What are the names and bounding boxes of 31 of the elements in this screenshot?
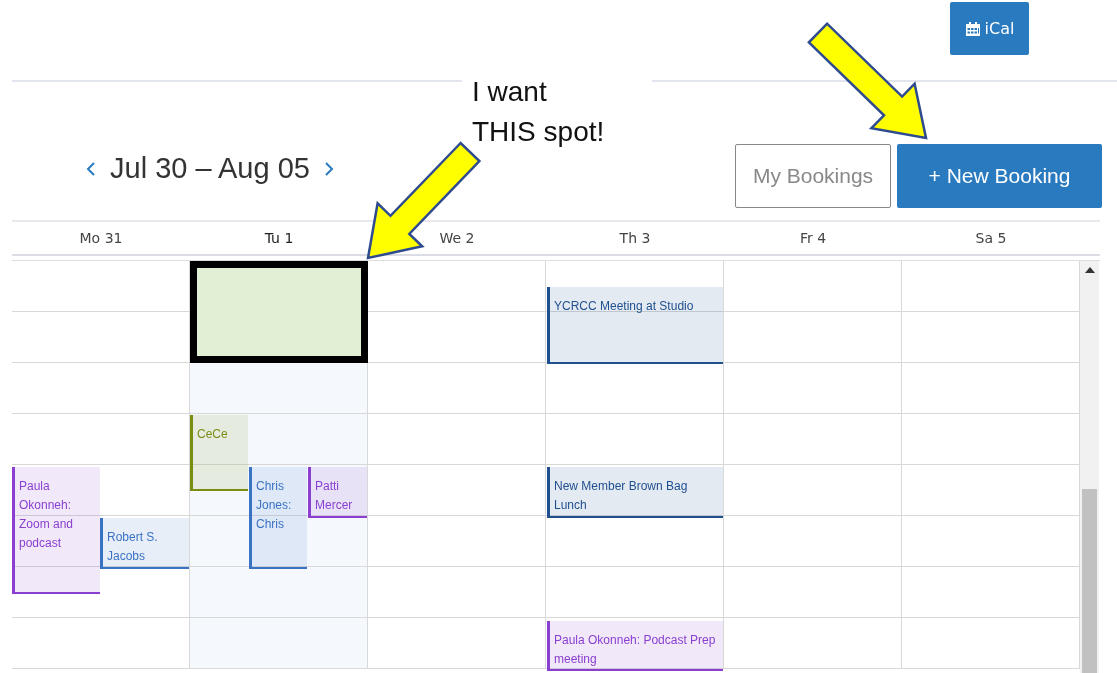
time-slot[interactable]	[190, 465, 368, 516]
scrollbar[interactable]	[1080, 261, 1099, 673]
scrollbar-thumb[interactable]	[1082, 489, 1097, 673]
chevron-right-icon	[323, 160, 334, 177]
day-header[interactable]: Sa 5	[971, 228, 1011, 248]
new-booking-button[interactable]: + New Booking	[897, 144, 1102, 208]
day-header[interactable]: We 2	[435, 228, 479, 248]
week-range: Jul 30 – Aug 05	[110, 152, 310, 185]
calendar-event[interactable]: New Member Brown Bag Lunch	[547, 467, 723, 518]
calendar-event[interactable]: Paula Okonneh: Podcast Prep meeting	[547, 621, 723, 671]
calendar-event[interactable]: CeCe	[190, 415, 248, 491]
callout-text: THIS spot!	[472, 115, 606, 149]
callout-text: I want	[472, 75, 548, 109]
ical-button[interactable]: iCal	[950, 2, 1029, 55]
day-header[interactable]: Th 3	[615, 228, 655, 248]
time-slot[interactable]	[546, 516, 724, 567]
calendar-event[interactable]: Patti Mercer	[308, 467, 367, 518]
scroll-up-icon	[1084, 267, 1095, 273]
my-bookings-button[interactable]: My Bookings	[735, 144, 891, 208]
calendar-event[interactable]: Robert S. Jacobs	[100, 518, 189, 569]
chevron-left-icon	[86, 160, 96, 177]
day-header[interactable]: Tu 1	[260, 228, 298, 248]
time-slot[interactable]	[546, 261, 724, 312]
time-slot[interactable]	[190, 516, 368, 567]
calendar-event[interactable]: YCRCC Meeting at Studio	[547, 287, 723, 364]
calendar-event[interactable]: Chris Jones: Chris	[249, 467, 307, 569]
day-header[interactable]: Mo 31	[75, 228, 127, 248]
calendar-icon	[964, 20, 981, 37]
day-header[interactable]: Fr 4	[795, 228, 831, 248]
calendar-event[interactable]: Paula Okonneh: Zoom and podcast	[12, 467, 100, 594]
time-slot[interactable]	[546, 312, 724, 363]
